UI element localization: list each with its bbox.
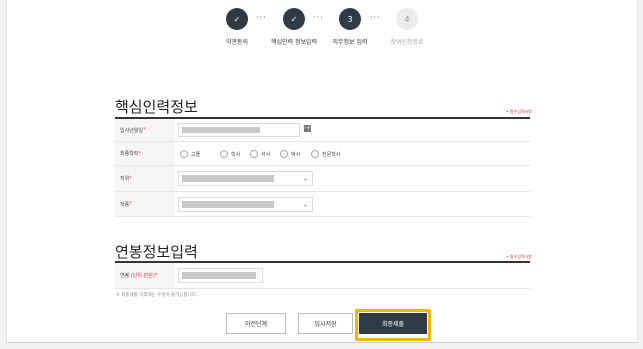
radio-high-school[interactable]: 고졸 [180,150,200,158]
education-label: 최종학력 * [115,142,175,165]
row-position: 직위 * ⌄ [115,166,530,192]
step-separator: ··· [313,13,324,22]
required-note: • 필수입력사항 [506,254,532,259]
position-label: 직위 * [115,166,175,191]
step-3-label: 직무정보 입력 [332,39,368,46]
section-title-core-staff: 핵심인력정보 [115,98,198,116]
row-salary: 연봉 (단위:만원) * [115,263,530,289]
calendar-icon[interactable]: ▦ [303,124,312,134]
notice-text: ※ 최종제출 이후에는 수정이 불가능합니다. [116,293,198,298]
chevron-down-icon: ⌄ [302,201,308,208]
step-separator: ··· [256,13,267,22]
required-note: • 필수입력사항 [506,109,532,114]
join-date-input[interactable] [178,123,300,137]
duty-select[interactable]: ⌄ [178,197,313,212]
temp-save-button[interactable]: 임시저장 [298,313,353,334]
row-duty: 직종 * ⌄ [115,192,530,217]
radio-master[interactable]: 석사 [250,150,270,158]
check-icon: ✓ [290,14,298,24]
submit-highlight-frame [355,309,431,341]
radio-associate[interactable]: 전문학사 [311,150,340,158]
salary-label: 연봉 (단위:만원) * [115,263,175,288]
salary-input[interactable] [178,268,263,283]
chevron-down-icon: ⌄ [302,175,308,182]
row-join-date: 입사년월일 * ▦ [115,119,530,142]
section-title-salary: 연봉정보입력 [115,243,198,261]
duty-label: 직종 * [115,192,175,216]
step-2-label: 핵심인력 정보입력 [270,39,318,46]
row-education: 최종학력 * 고졸 학사 석사 박사 전문학사 [115,142,530,166]
step-1-circle: ✓ [226,8,248,30]
join-date-label: 입사년월일 * [115,119,175,141]
step-number: 3 [347,14,353,24]
step-separator: ··· [370,13,381,22]
step-number: 4 [404,14,410,24]
step-4-circle: 4 [396,8,418,30]
check-icon: ✓ [233,14,241,24]
prev-step-button[interactable]: 이전단계 [226,313,286,334]
step-1-label: 약관동의 [225,39,249,46]
radio-bachelor[interactable]: 학사 [220,150,240,158]
step-2-circle: ✓ [283,8,305,30]
step-3-circle: 3 [339,8,361,30]
position-select[interactable]: ⌄ [178,171,313,186]
radio-doctor[interactable]: 박사 [280,150,300,158]
step-4-label: 참여신청완료 [390,39,424,46]
